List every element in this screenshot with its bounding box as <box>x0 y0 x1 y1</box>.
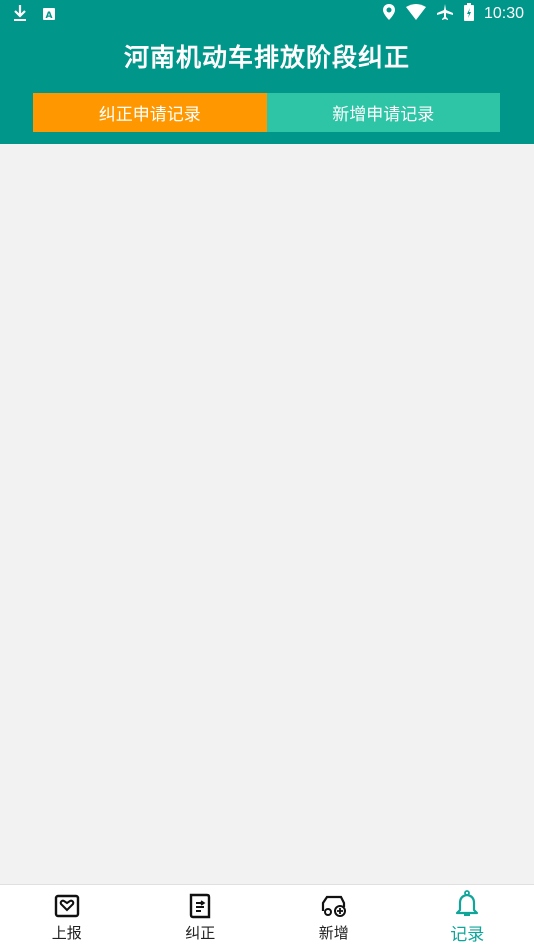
tab-new-records[interactable]: 新增申请记录 <box>267 93 501 132</box>
status-bar: A 10:30 <box>0 0 534 28</box>
nav-item-report[interactable]: 上报 <box>0 885 134 949</box>
nav-item-correct[interactable]: 纠正 <box>134 885 268 949</box>
report-icon <box>53 892 81 920</box>
record-tabs: 纠正申请记录 新增申请记录 <box>33 93 500 132</box>
svg-text:A: A <box>46 11 53 21</box>
airplane-icon <box>436 3 454 25</box>
location-icon <box>382 3 396 25</box>
nav-label-report: 上报 <box>52 922 82 943</box>
add-vehicle-icon <box>320 892 348 920</box>
page-title: 河南机动车排放阶段纠正 <box>0 38 534 74</box>
bell-icon <box>453 890 481 918</box>
nav-label-add: 新增 <box>319 922 349 943</box>
nav-item-records[interactable]: 记录 <box>401 885 534 949</box>
nav-label-records: 记录 <box>450 920 484 945</box>
correct-icon <box>186 892 214 920</box>
tab-correction-records[interactable]: 纠正申请记录 <box>33 93 267 132</box>
battery-icon <box>464 3 474 25</box>
records-list-area <box>0 144 534 884</box>
wifi-icon <box>406 4 426 24</box>
status-time: 10:30 <box>484 5 524 23</box>
download-icon <box>12 4 28 26</box>
nav-item-add[interactable]: 新增 <box>267 885 401 949</box>
bottom-navigation: 上报 纠正 新增 记录 <box>0 884 534 949</box>
app-header: A 10:30 河南机动车排放阶段纠正 纠正申请记录 新增申请记录 <box>0 0 534 144</box>
keyboard-icon: A <box>42 6 56 25</box>
nav-label-correct: 纠正 <box>185 922 215 943</box>
